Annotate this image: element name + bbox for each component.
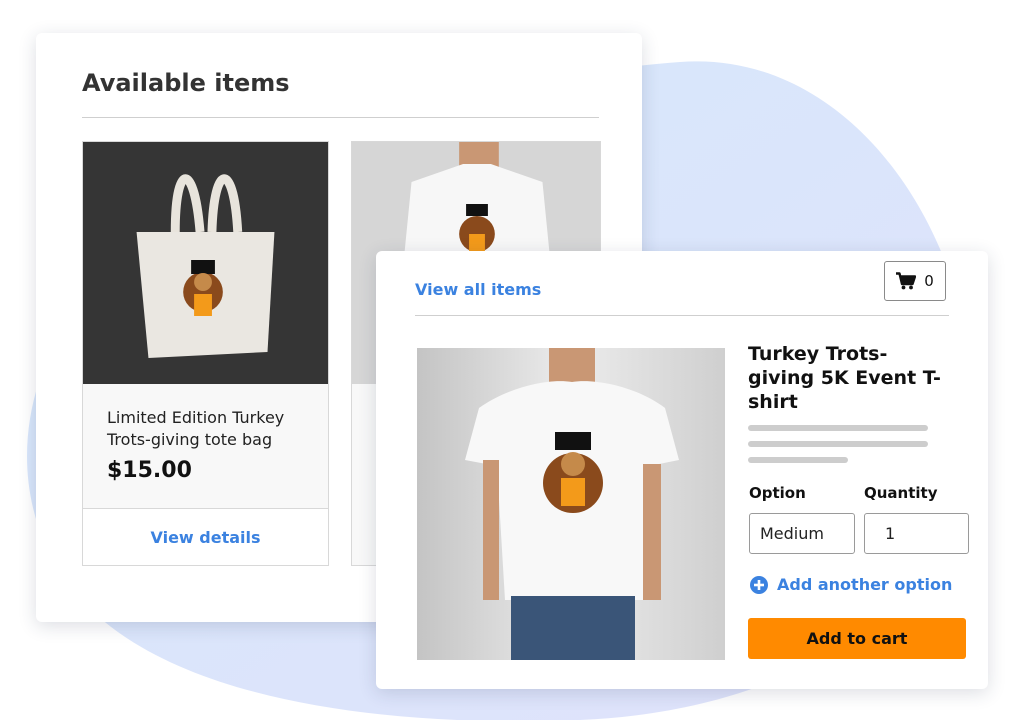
add-another-option-link[interactable]: Add another option bbox=[750, 575, 952, 594]
description-placeholder-line bbox=[748, 441, 928, 447]
product-title: Turkey Trots-giving 5K Event T-shirt bbox=[748, 343, 941, 413]
quantity-label: Quantity bbox=[864, 484, 938, 502]
product-detail-panel: View all items 0 Turkey Trots-giving 5K … bbox=[376, 251, 988, 689]
product-price: $15.00 bbox=[107, 458, 192, 483]
tote-bag-image bbox=[83, 142, 328, 384]
available-items-title: Available items bbox=[82, 69, 290, 97]
product-card-tote: Limited Edition Turkey Trots-giving tote… bbox=[82, 141, 329, 566]
view-all-items-link[interactable]: View all items bbox=[415, 280, 541, 299]
plus-circle-icon bbox=[750, 575, 768, 594]
description-placeholder-line bbox=[748, 457, 848, 463]
product-name: Limited Edition Turkey Trots-giving tote… bbox=[107, 408, 285, 449]
cart-count: 0 bbox=[924, 272, 934, 290]
divider bbox=[82, 117, 599, 118]
quantity-input[interactable] bbox=[864, 513, 969, 554]
option-select[interactable] bbox=[749, 513, 855, 554]
cart-button[interactable]: 0 bbox=[884, 261, 946, 301]
tshirt-product-image bbox=[417, 348, 725, 660]
view-details-link[interactable]: View details bbox=[83, 508, 328, 565]
add-another-option-label: Add another option bbox=[777, 575, 953, 594]
option-label: Option bbox=[749, 484, 806, 502]
cart-icon bbox=[896, 272, 917, 290]
add-to-cart-button[interactable]: Add to cart bbox=[748, 618, 966, 659]
divider bbox=[415, 315, 949, 316]
description-placeholder-line bbox=[748, 425, 928, 431]
